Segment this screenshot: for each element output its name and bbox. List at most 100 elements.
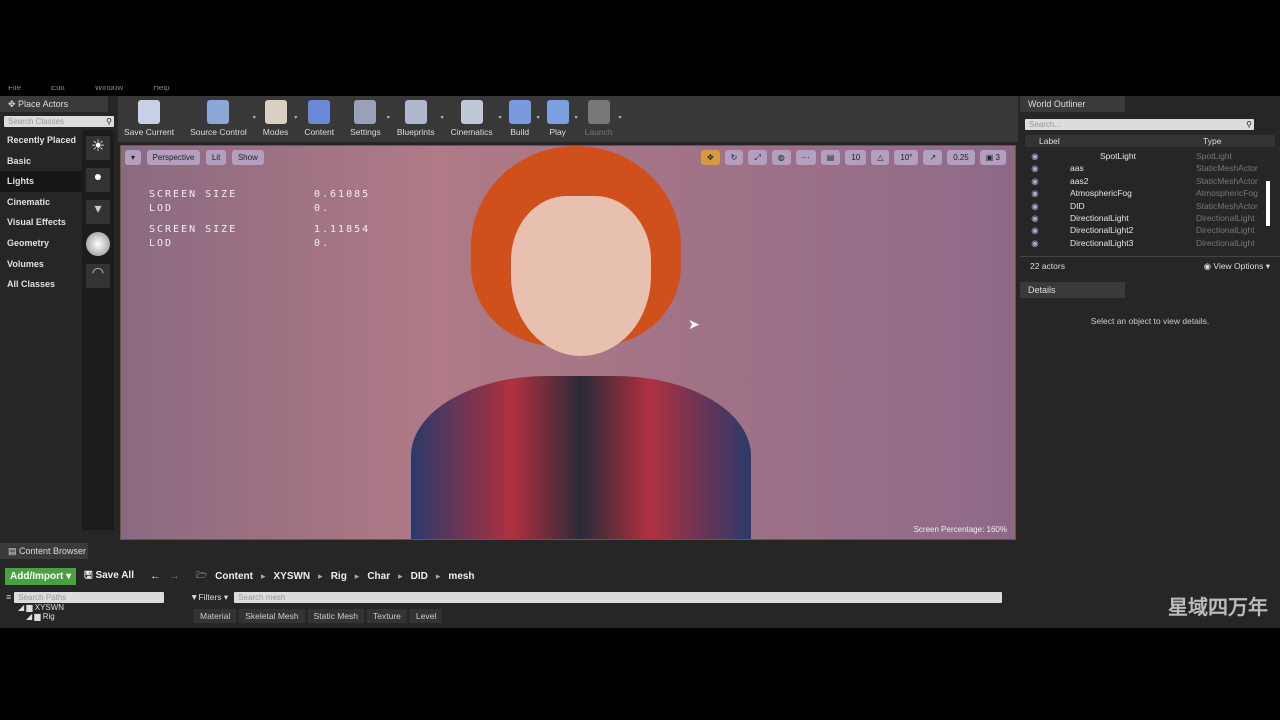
breadcrumb-rig[interactable]: Rig — [331, 571, 347, 582]
chevron-down-icon[interactable]: ▾ — [575, 114, 578, 121]
chevron-down-icon[interactable]: ▾ — [441, 114, 444, 121]
menu-window[interactable]: Window — [95, 86, 123, 96]
chevron-down-icon[interactable]: ▾ — [619, 114, 622, 121]
lit-button[interactable]: Lit — [205, 150, 227, 165]
filter-chip-texture[interactable]: Texture — [367, 609, 407, 623]
category-volumes[interactable]: Volumes — [0, 254, 82, 275]
chevron-down-icon[interactable]: ▾ — [253, 114, 256, 121]
search-classes-input[interactable]: Search Classes ⚲ — [4, 116, 114, 127]
outliner-row[interactable]: ◉ DirectionalLight DirectionalLight — [1025, 212, 1268, 224]
filter-chip-skeletal-mesh[interactable]: Skeletal Mesh — [239, 609, 305, 623]
outliner-row[interactable]: ◉ AtmosphericFog AtmosphericFog — [1025, 187, 1268, 199]
breadcrumb-separator-icon[interactable]: ▸ — [398, 571, 403, 582]
source-control-button[interactable]: Source Control ▾ — [190, 100, 256, 137]
surface-snap-icon[interactable]: ⋯ — [795, 150, 816, 165]
scale-icon[interactable]: ⤢ — [748, 150, 767, 165]
sky-light-icon[interactable] — [86, 232, 110, 256]
atmospheric-light-icon[interactable]: ◠ — [86, 264, 110, 288]
scale-snap-icon[interactable]: ↗ — [923, 150, 943, 165]
build-button[interactable]: Build ▾ — [508, 100, 540, 137]
world-local-icon[interactable]: ◍ — [771, 150, 791, 165]
chevron-down-icon[interactable]: ▾ — [499, 114, 502, 121]
breadcrumb-content[interactable]: Content — [215, 571, 253, 582]
search-paths-input[interactable]: Search Paths — [14, 592, 165, 603]
world-outliner-tab[interactable]: World Outliner — [1020, 96, 1125, 112]
forward-button[interactable]: → — [169, 570, 180, 582]
outliner-scrollbar[interactable] — [1266, 181, 1270, 226]
breadcrumb-separator-icon[interactable]: ▸ — [436, 571, 441, 582]
breadcrumb-did[interactable]: DID — [411, 571, 428, 582]
visibility-eye-icon[interactable]: ◉ — [1025, 150, 1045, 162]
spot-light-icon[interactable]: ▾ — [86, 200, 110, 224]
outliner-row[interactable]: ◉ SpotLight SpotLight — [1025, 150, 1268, 162]
outliner-row[interactable]: ◉ aas2 StaticMeshActor — [1025, 175, 1268, 187]
scale-snap-value[interactable]: 0.25 — [947, 150, 975, 165]
category-visual-effects[interactable]: Visual Effects — [0, 212, 82, 233]
breadcrumb-separator-icon[interactable]: ▸ — [318, 571, 323, 582]
grid-snap-value[interactable]: 10 — [845, 150, 867, 165]
visibility-eye-icon[interactable]: ◉ — [1025, 212, 1045, 224]
menu-file[interactable]: File — [8, 86, 21, 96]
visibility-eye-icon[interactable]: ◉ — [1025, 200, 1045, 212]
chevron-down-icon[interactable]: ▾ — [294, 114, 297, 121]
content-button[interactable]: Content — [304, 100, 334, 137]
type-column-header[interactable]: Type — [1203, 135, 1275, 147]
category-lights[interactable]: Lights — [0, 171, 82, 192]
save-current-button[interactable]: Save Current — [124, 100, 174, 137]
save-all-button[interactable]: 🖫 Save All — [84, 568, 134, 585]
launch-button[interactable]: Launch ▾ — [585, 100, 622, 137]
filters-button[interactable]: ▼Filters ▾ — [190, 592, 228, 603]
menu-edit[interactable]: Edit — [51, 86, 65, 96]
breadcrumb-separator-icon[interactable]: ▸ — [261, 571, 266, 582]
outliner-row[interactable]: ◉ DID StaticMeshActor — [1025, 200, 1268, 212]
visibility-eye-icon[interactable]: ◉ — [1025, 175, 1045, 187]
visibility-eye-icon[interactable]: ◉ — [1025, 237, 1045, 249]
content-browser-tab[interactable]: ▤ Content Browser — [0, 543, 88, 559]
menu-help[interactable]: Help — [153, 86, 169, 96]
rotation-snap-value[interactable]: 10° — [894, 150, 919, 165]
outliner-search-input[interactable]: Search... ⚲ — [1025, 119, 1254, 130]
category-all-classes[interactable]: All Classes — [0, 274, 82, 295]
play-button[interactable]: Play ▾ — [546, 100, 578, 137]
place-actors-tab[interactable]: ✥ Place Actors — [0, 96, 108, 112]
visibility-eye-icon[interactable]: ◉ — [1025, 187, 1045, 199]
filter-chip-material[interactable]: Material — [194, 609, 237, 623]
filter-chip-level[interactable]: Level — [409, 609, 443, 623]
outliner-row[interactable]: ◉ aas StaticMeshActor — [1025, 162, 1268, 174]
details-tab[interactable]: Details — [1020, 282, 1125, 298]
category-recently-placed[interactable]: Recently Placed — [0, 130, 82, 151]
viewport-menu-button[interactable]: ▾ — [125, 150, 142, 165]
category-cinematic[interactable]: Cinematic — [0, 192, 82, 213]
breadcrumb-mesh[interactable]: mesh — [448, 571, 474, 582]
label-column-header[interactable]: Label — [1025, 135, 1203, 147]
perspective-button[interactable]: Perspective — [146, 150, 201, 165]
grid-snap-icon[interactable]: ▤ — [820, 150, 841, 165]
filter-chip-static-mesh[interactable]: Static Mesh — [307, 609, 365, 623]
translate-icon[interactable]: ✥ — [700, 150, 720, 165]
category-basic[interactable]: Basic — [0, 151, 82, 172]
back-button[interactable]: ← — [150, 570, 161, 582]
chevron-down-icon[interactable]: ▾ — [387, 114, 390, 121]
folder-rig[interactable]: ◢ ▆ Rig — [6, 612, 190, 621]
folder-xyswn[interactable]: ◢ ▆ XYSWN — [6, 603, 190, 612]
point-light-icon[interactable]: ● — [86, 168, 110, 192]
rotation-snap-icon[interactable]: △ — [871, 150, 890, 165]
collapse-icon[interactable]: ≡ — [6, 592, 11, 603]
camera-speed[interactable]: ▣ 3 — [979, 150, 1006, 165]
rotate-icon[interactable]: ↻ — [724, 150, 744, 165]
settings-button[interactable]: Settings ▾ — [350, 100, 390, 137]
add-import-button[interactable]: Add/Import ▾ — [5, 567, 77, 585]
visibility-eye-icon[interactable]: ◉ — [1025, 162, 1045, 174]
cinematics-button[interactable]: Cinematics ▾ — [451, 100, 502, 137]
view-options-button[interactable]: ◉ View Options ▾ — [1204, 261, 1270, 272]
category-geometry[interactable]: Geometry — [0, 233, 82, 254]
modes-button[interactable]: Modes ▾ — [263, 100, 297, 137]
directional-light-icon[interactable]: ☀ — [86, 136, 110, 160]
breadcrumb-char[interactable]: Char — [367, 571, 390, 582]
level-viewport[interactable]: ▾ Perspective Lit Show ✥ ↻ ⤢ ◍ ⋯ ▤ 10 △ … — [120, 145, 1016, 540]
search-mesh-input[interactable]: Search mesh — [234, 592, 1002, 603]
outliner-row[interactable]: ◉ DirectionalLight3 DirectionalLight — [1025, 237, 1268, 249]
outliner-row[interactable]: ◉ DirectionalLight2 DirectionalLight — [1025, 224, 1268, 236]
breadcrumb-xyswn[interactable]: XYSWN — [273, 571, 310, 582]
show-button[interactable]: Show — [231, 150, 264, 165]
